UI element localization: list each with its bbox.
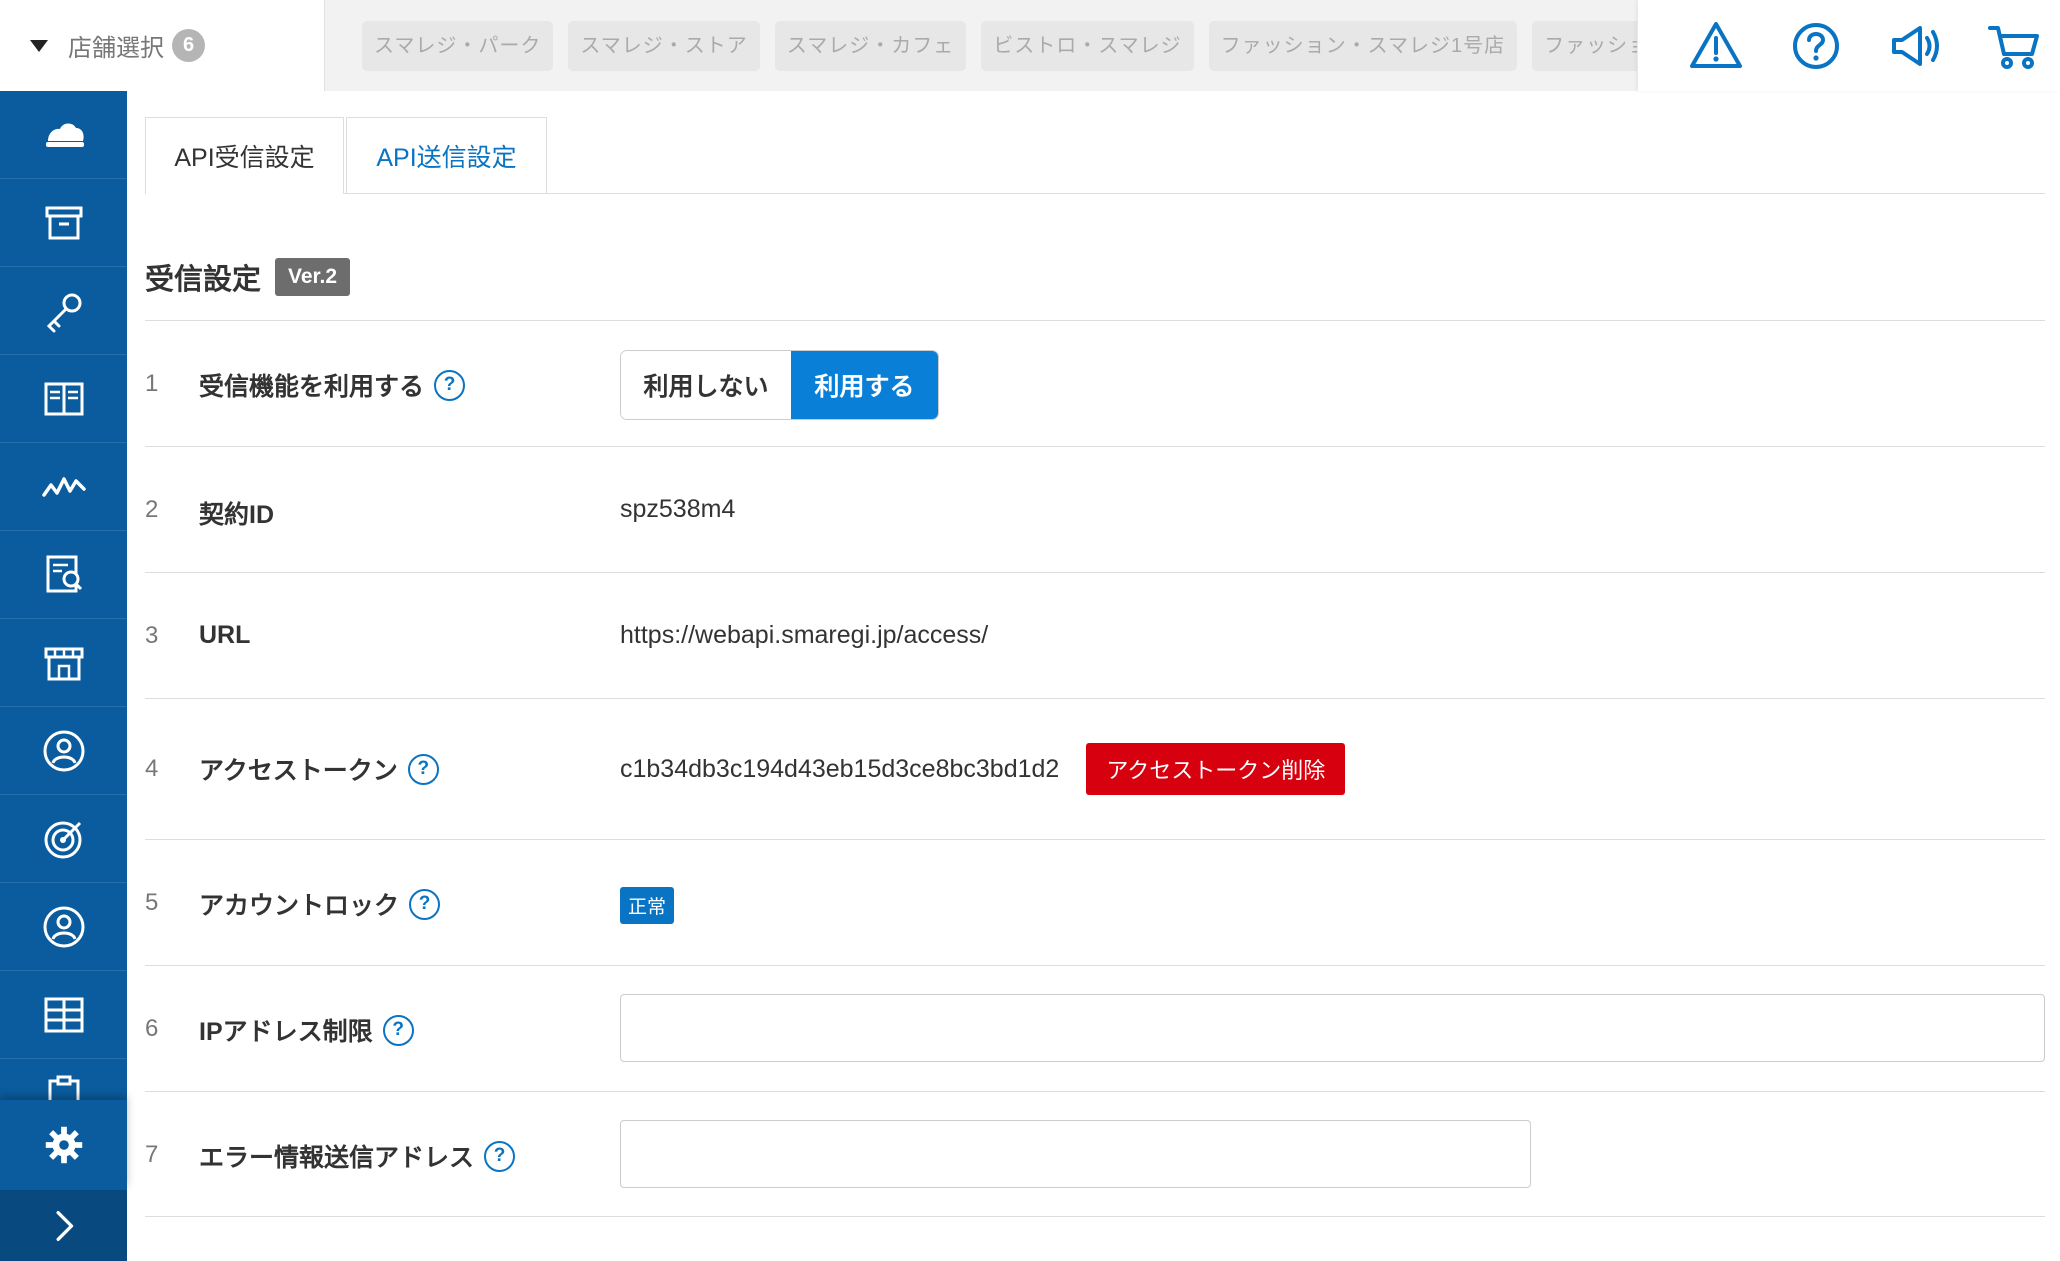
- row-label-text: エラー情報送信アドレス: [199, 1144, 475, 1172]
- report-search-icon[interactable]: [0, 531, 127, 619]
- key-icon[interactable]: [0, 267, 127, 355]
- chevron-right-icon: [56, 1210, 73, 1241]
- user-icon[interactable]: [0, 883, 127, 971]
- setting-row-url: 3 URL https://webapi.smaregi.jp/access/: [145, 572, 2045, 698]
- row-label: アカウントロック ?: [199, 886, 441, 922]
- gear-icon: [45, 1126, 82, 1164]
- version-badge: Ver.2: [275, 258, 351, 296]
- setting-row-account-lock: 5 アカウントロック ? 正常: [145, 839, 2045, 965]
- row-number: 4: [145, 755, 159, 782]
- row-label-text: URL: [199, 621, 251, 649]
- row-label: URL: [199, 621, 250, 650]
- row-value: c1b34db3c194d43eb15d3ce8bc3bd1d2 アクセストーク…: [620, 743, 1346, 795]
- book-icon[interactable]: [0, 355, 127, 443]
- tab-api-send[interactable]: API送信設定: [346, 117, 547, 193]
- help-icon[interactable]: ?: [407, 753, 439, 785]
- row-label-text: 受信機能を利用する: [199, 373, 425, 401]
- store-chip[interactable]: ビストロ・スマレジ: [981, 21, 1194, 71]
- store-chip[interactable]: ファッション・スマレジ1号店: [1208, 21, 1518, 71]
- cart-icon[interactable]: [1986, 18, 2042, 74]
- store-chip[interactable]: スマレジ・パーク: [362, 21, 554, 71]
- row-number: 1: [145, 370, 159, 397]
- chart-line-icon[interactable]: [0, 443, 127, 531]
- setting-row-error-email: 7 エラー情報送信アドレス ?: [145, 1091, 2045, 1217]
- row-label-text: アカウントロック: [199, 892, 400, 920]
- row-label: アクセストークン ?: [199, 751, 439, 787]
- url-value: https://webapi.smaregi.jp/access/: [620, 621, 989, 649]
- delete-access-token-button[interactable]: アクセストークン削除: [1086, 743, 1346, 795]
- setting-row-receive-enabled: 1 受信機能を利用する ? 利用しない 利用する: [145, 320, 2045, 446]
- megaphone-icon[interactable]: [1888, 18, 1944, 74]
- tab-bar: API受信設定 API送信設定: [145, 117, 2045, 194]
- store-chip[interactable]: ファッション・スマレジ2号店: [1532, 21, 1637, 71]
- row-value: 利用しない 利用する: [620, 350, 939, 420]
- help-icon[interactable]: ?: [484, 1140, 516, 1172]
- row-label: 受信機能を利用する ?: [199, 367, 466, 403]
- access-token-value: c1b34db3c194d43eb15d3ce8bc3bd1d2: [620, 754, 1060, 783]
- ip-restriction-input[interactable]: [620, 994, 2045, 1062]
- top-icon-bar: [1638, 0, 2060, 91]
- row-number: 3: [145, 622, 159, 649]
- setting-row-contract-id: 2 契約ID spz538m4: [145, 446, 2045, 572]
- row-label-text: IPアドレス制限: [199, 1018, 373, 1046]
- store-chip[interactable]: スマレジ・カフェ: [774, 21, 967, 71]
- row-number: 2: [145, 496, 159, 523]
- help-circle-icon[interactable]: [1788, 18, 1844, 74]
- row-label-text: 契約ID: [199, 501, 275, 529]
- sidebar: [0, 91, 127, 1261]
- section-header: 受信設定 Ver.2: [145, 256, 351, 298]
- store-chip[interactable]: スマレジ・ストア: [568, 21, 760, 71]
- row-label-text: アクセストークン: [199, 757, 398, 785]
- caret-down-icon: [30, 39, 48, 52]
- store-count-badge: 6: [172, 29, 205, 62]
- row-value: [620, 994, 2045, 1062]
- setting-row-ip-restriction: 6 IPアドレス制限 ?: [145, 965, 2045, 1091]
- setting-row-access-token: 4 アクセストークン ? c1b34db3c194d43eb15d3ce8bc3…: [145, 698, 2045, 839]
- tab-api-receive[interactable]: API受信設定: [145, 117, 344, 194]
- help-icon[interactable]: ?: [409, 888, 441, 920]
- row-value: [620, 1120, 1531, 1188]
- cloud-icon[interactable]: [0, 91, 127, 179]
- row-number: 6: [145, 1015, 159, 1042]
- store-icon[interactable]: [0, 619, 127, 707]
- top-bar: 店舗選択 6 スマレジ・パーク スマレジ・ストア スマレジ・カフェ ビストロ・ス…: [0, 0, 2060, 91]
- row-label: IPアドレス制限 ?: [199, 1012, 414, 1048]
- store-select-label: 店舗選択: [68, 35, 164, 62]
- toggle-option-enabled[interactable]: 利用する: [791, 351, 938, 419]
- settings-button[interactable]: [0, 1100, 127, 1190]
- row-label: 契約ID: [199, 495, 274, 531]
- row-number: 7: [145, 1141, 159, 1168]
- store-select-dropdown[interactable]: 店舗選択 6: [0, 0, 325, 91]
- receive-toggle: 利用しない 利用する: [620, 350, 939, 420]
- status-badge: 正常: [620, 887, 675, 924]
- help-icon[interactable]: ?: [382, 1014, 414, 1046]
- apps-grid-icon[interactable]: [0, 971, 127, 1059]
- row-value: 正常: [620, 887, 675, 924]
- error-email-input[interactable]: [620, 1120, 1531, 1188]
- contract-id-value: spz538m4: [620, 495, 736, 523]
- section-title: 受信設定: [145, 264, 262, 296]
- row-number: 5: [145, 889, 159, 916]
- store-chip-list: スマレジ・パーク スマレジ・ストア スマレジ・カフェ ビストロ・スマレジ ファッ…: [362, 21, 1637, 71]
- sidebar-expand-button[interactable]: [0, 1190, 127, 1261]
- customer-icon[interactable]: [0, 707, 127, 795]
- help-icon[interactable]: ?: [434, 369, 466, 401]
- archive-box-icon[interactable]: [0, 179, 127, 267]
- row-label: エラー情報送信アドレス ?: [199, 1138, 516, 1174]
- toggle-option-disabled[interactable]: 利用しない: [621, 351, 791, 419]
- warning-icon[interactable]: [1688, 18, 1744, 74]
- target-icon[interactable]: [0, 795, 127, 883]
